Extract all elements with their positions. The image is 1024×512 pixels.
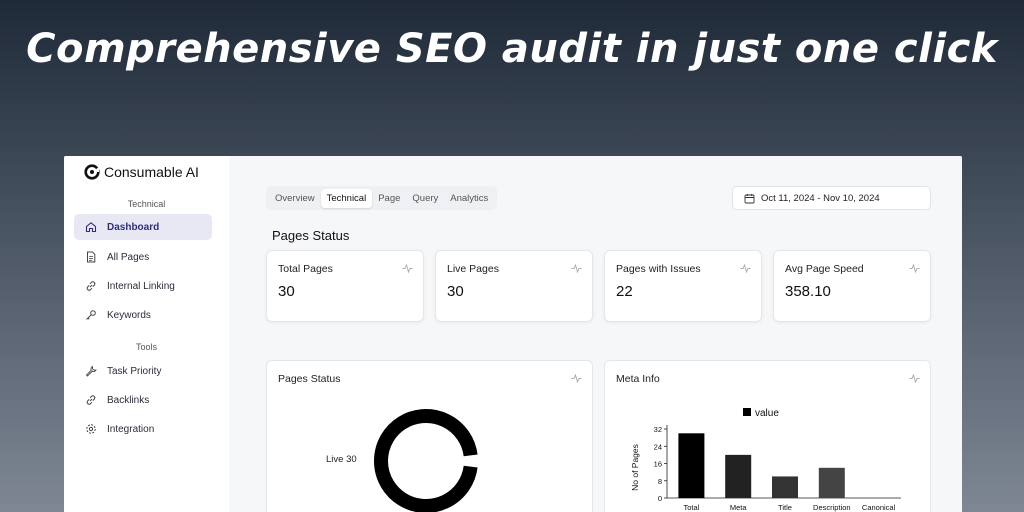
stat-value: 30 xyxy=(447,283,464,300)
brand-name: Consumable AI xyxy=(104,164,199,180)
x-tick-label: Total xyxy=(683,503,699,512)
y-axis-label: No of Pages xyxy=(630,444,640,491)
section-heading: Pages Status xyxy=(272,228,350,243)
tab-analytics[interactable]: Analytics xyxy=(444,189,494,208)
date-range-label: Oct 11, 2024 - Nov 10, 2024 xyxy=(761,192,880,204)
settings-icon xyxy=(84,423,97,436)
sidebar-item-internal-linking[interactable]: Internal Linking xyxy=(74,273,212,299)
y-tick-label: 8 xyxy=(658,477,662,486)
link-icon xyxy=(84,394,97,407)
stat-card-total-pages: Total Pages 30 xyxy=(266,250,424,406)
consumable-logo-icon xyxy=(84,164,100,180)
tab-overview[interactable]: Overview xyxy=(269,189,321,208)
pages-status-donut xyxy=(374,409,478,512)
calendar-icon xyxy=(744,193,755,203)
bar-total xyxy=(678,433,705,498)
stat-label: Avg Page Speed xyxy=(785,263,864,275)
y-tick-label: 16 xyxy=(654,460,662,469)
x-tick-label: Canonical xyxy=(862,503,896,512)
stat-label: Live Pages xyxy=(447,263,499,275)
stat-label: Pages with Issues xyxy=(616,263,701,275)
sidebar-item-label: Dashboard xyxy=(107,221,160,233)
wrench-icon xyxy=(84,365,97,378)
sidebar: Consumable AI Technical Dashboard All Pa… xyxy=(64,156,229,512)
tab-bar: Overview Technical Page Query Analytics xyxy=(266,186,498,210)
link-icon xyxy=(84,280,97,293)
app-window: Consumable AI Technical Dashboard All Pa… xyxy=(64,156,962,512)
donut-slice-live xyxy=(374,409,478,512)
y-tick-label: 32 xyxy=(654,425,662,434)
stat-value: 30 xyxy=(278,283,295,300)
x-tick-label: Description xyxy=(813,503,851,512)
stat-card-pages-with-issues: Pages with Issues 22 xyxy=(604,250,762,406)
bar-title xyxy=(772,476,798,498)
sidebar-item-integration[interactable]: Integration xyxy=(74,416,212,442)
sidebar-item-label: Task Priority xyxy=(107,365,162,377)
y-tick-label: 24 xyxy=(654,442,662,451)
y-tick-label: 0 xyxy=(658,494,662,503)
stat-value: 22 xyxy=(616,283,633,300)
activity-icon xyxy=(740,263,751,274)
sidebar-item-all-pages[interactable]: All Pages xyxy=(74,244,212,270)
sidebar-item-label: All Pages xyxy=(107,251,150,263)
main-content: Overview Technical Page Query Analytics … xyxy=(229,156,962,512)
legend-label: value xyxy=(755,408,779,419)
sidebar-section-technical: Technical xyxy=(127,199,166,209)
x-tick-label: Meta xyxy=(730,503,748,512)
activity-icon xyxy=(909,263,920,274)
document-icon xyxy=(84,251,97,264)
tab-page[interactable]: Page xyxy=(372,189,406,208)
meta-info-bar-chart: value No of Pages 0 8 16 24 32 Total Meta Title De… xyxy=(630,408,901,512)
sidebar-item-task-priority[interactable]: Task Priority xyxy=(74,358,212,384)
date-range-picker[interactable]: Oct 11, 2024 - Nov 10, 2024 xyxy=(732,186,931,210)
stat-card-live-pages: Live Pages 30 xyxy=(435,250,593,406)
brand[interactable]: Consumable AI xyxy=(84,164,199,180)
headline: Comprehensive SEO audit in just one clic… xyxy=(26,26,998,72)
sidebar-item-label: Internal Linking xyxy=(107,280,175,292)
sidebar-item-keywords[interactable]: Keywords xyxy=(74,302,212,328)
stat-value: 358.10 xyxy=(785,283,831,300)
x-tick-label: Title xyxy=(778,503,792,512)
sidebar-item-label: Keywords xyxy=(107,309,151,321)
meta-info-panel: Meta Info value No of Pages 0 8 16 24 32 Total M… xyxy=(604,360,931,512)
sidebar-item-backlinks[interactable]: Backlinks xyxy=(74,387,212,413)
sidebar-item-label: Backlinks xyxy=(107,394,150,406)
sidebar-section-tools: Tools xyxy=(135,342,157,352)
stat-label: Total Pages xyxy=(278,263,333,275)
legend-swatch xyxy=(743,408,751,416)
stat-card-avg-page-speed: Avg Page Speed 358.10 xyxy=(773,250,931,406)
activity-icon xyxy=(571,263,582,274)
key-icon xyxy=(84,309,97,322)
bar-meta xyxy=(725,454,752,498)
bar-description xyxy=(818,467,845,498)
pages-status-panel: Pages Status Live 30 xyxy=(266,360,593,512)
home-icon xyxy=(84,221,97,234)
tab-technical[interactable]: Technical xyxy=(320,188,373,208)
sidebar-item-dashboard[interactable]: Dashboard xyxy=(74,214,212,240)
sidebar-item-label: Integration xyxy=(107,423,155,435)
activity-icon xyxy=(402,263,413,274)
tab-query[interactable]: Query xyxy=(406,189,444,208)
